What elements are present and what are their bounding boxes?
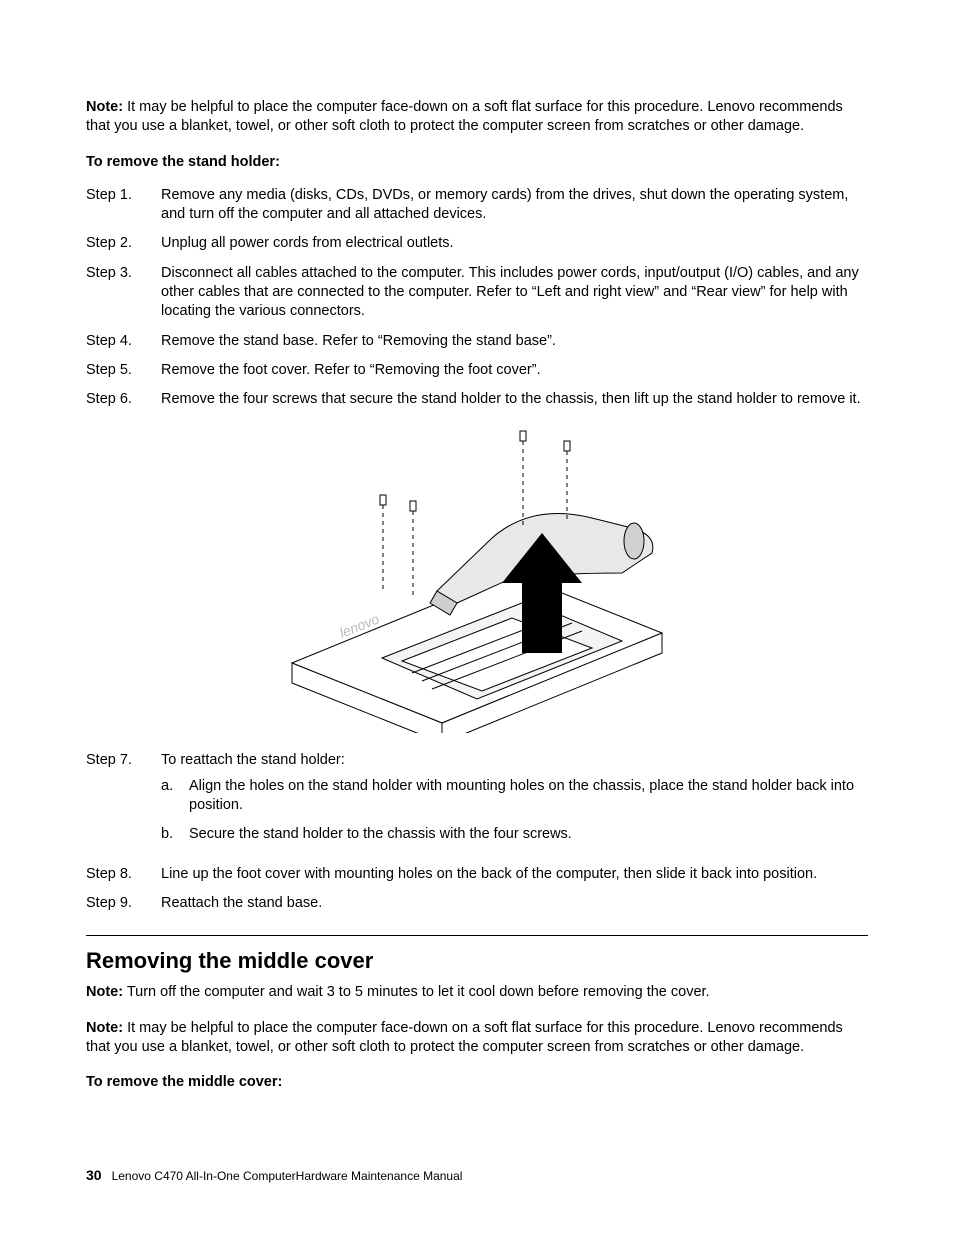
step-label: Step 8.: [86, 865, 161, 884]
step-item: Step 4.Remove the stand base. Refer to “…: [86, 332, 868, 351]
sub-step-label: b.: [161, 825, 189, 844]
section-heading: Removing the middle cover: [86, 946, 868, 975]
sub-step-item: b.Secure the stand holder to the chassis…: [161, 825, 868, 844]
step-item: Step 2.Unplug all power cords from elect…: [86, 234, 868, 253]
sub-step-label: a.: [161, 777, 189, 816]
sub-step-list: a.Align the holes on the stand holder wi…: [161, 777, 868, 845]
section-divider: [86, 935, 868, 936]
step-label: Step 7.: [86, 751, 161, 854]
note-label: Note:: [86, 1020, 123, 1036]
step-item: Step 5.Remove the foot cover. Refer to “…: [86, 361, 868, 380]
step-item: Step 7. To reattach the stand holder: a.…: [86, 751, 868, 854]
step-text: Disconnect all cables attached to the co…: [161, 264, 868, 322]
step-text: Reattach the stand base.: [161, 894, 868, 913]
note-label: Note:: [86, 984, 123, 1000]
step-text: Remove the stand base. Refer to “Removin…: [161, 332, 868, 351]
step-label: Step 5.: [86, 361, 161, 380]
step-label: Step 4.: [86, 332, 161, 351]
footer-title: Lenovo C470 All-In-One ComputerHardware …: [112, 1169, 463, 1183]
note-text: Turn off the computer and wait 3 to 5 mi…: [123, 984, 710, 1000]
note-text: It may be helpful to place the computer …: [86, 99, 843, 134]
stand-holder-illustration: lenovo: [262, 423, 692, 733]
step-item: Step 9.Reattach the stand base.: [86, 894, 868, 913]
step-text-span: To reattach the stand holder:: [161, 752, 345, 768]
step-text: Line up the foot cover with mounting hol…: [161, 865, 868, 884]
step-item: Step 1.Remove any media (disks, CDs, DVD…: [86, 186, 868, 225]
step-text: To reattach the stand holder: a.Align th…: [161, 751, 868, 854]
step-label: Step 3.: [86, 264, 161, 322]
step-text: Remove any media (disks, CDs, DVDs, or m…: [161, 186, 868, 225]
procedure-heading: To remove the stand holder:: [86, 153, 868, 172]
sub-step-item: a.Align the holes on the stand holder wi…: [161, 777, 868, 816]
note-paragraph: Note: It may be helpful to place the com…: [86, 1019, 868, 1058]
note-paragraph: Note: It may be helpful to place the com…: [86, 98, 868, 137]
step-text: Unplug all power cords from electrical o…: [161, 234, 868, 253]
sub-step-text: Secure the stand holder to the chassis w…: [189, 825, 868, 844]
step-label: Step 2.: [86, 234, 161, 253]
document-page: Note: It may be helpful to place the com…: [0, 0, 954, 1235]
step-text: Remove the foot cover. Refer to “Removin…: [161, 361, 868, 380]
note-text: It may be helpful to place the computer …: [86, 1020, 843, 1055]
step-text: Remove the four screws that secure the s…: [161, 390, 868, 409]
step-label: Step 1.: [86, 186, 161, 225]
procedure-heading: To remove the middle cover:: [86, 1073, 868, 1092]
step-item: Step 8.Line up the foot cover with mount…: [86, 865, 868, 884]
step-label: Step 6.: [86, 390, 161, 409]
step-list: Step 1.Remove any media (disks, CDs, DVD…: [86, 186, 868, 410]
note-paragraph: Note: Turn off the computer and wait 3 t…: [86, 983, 868, 1002]
illustration-figure: lenovo: [86, 423, 868, 733]
step-item: Step 6.Remove the four screws that secur…: [86, 390, 868, 409]
page-footer: 30 Lenovo C470 All-In-One ComputerHardwar…: [86, 1166, 462, 1185]
step-item: Step 3.Disconnect all cables attached to…: [86, 264, 868, 322]
step-list: Step 7. To reattach the stand holder: a.…: [86, 751, 868, 913]
note-label: Note:: [86, 99, 123, 115]
step-label: Step 9.: [86, 894, 161, 913]
page-number: 30: [86, 1167, 102, 1183]
sub-step-text: Align the holes on the stand holder with…: [189, 777, 868, 816]
